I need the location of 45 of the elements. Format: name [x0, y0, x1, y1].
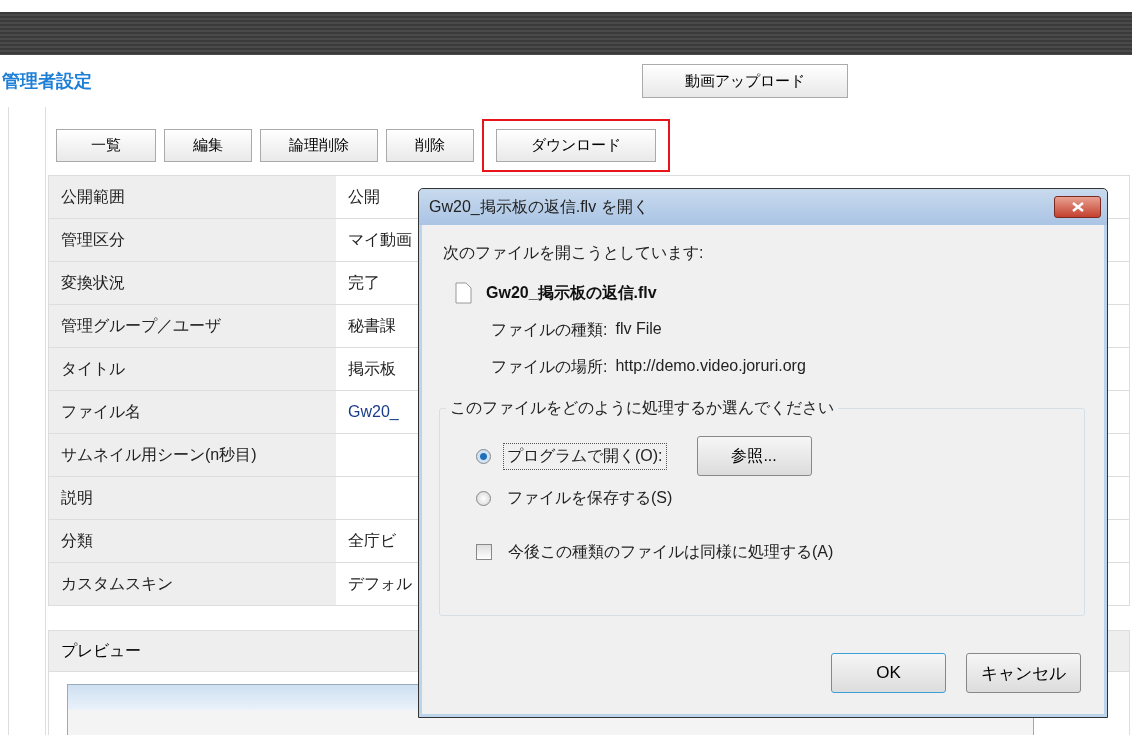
file-icon: [455, 282, 472, 304]
radio-button[interactable]: [476, 490, 491, 506]
radio-button[interactable]: [476, 448, 491, 464]
field-value: 公開: [348, 186, 380, 207]
field-label: サムネイル用シーン(n秒目): [49, 434, 336, 476]
field-label: 説明: [49, 477, 336, 519]
browse-button[interactable]: 参照...: [696, 436, 812, 476]
close-button[interactable]: [1054, 196, 1101, 218]
info-value: flv File: [615, 320, 662, 339]
field-value: マイ動画: [348, 229, 412, 250]
file-name: Gw20_掲示板の返信.flv: [486, 282, 657, 303]
field-label: タイトル: [49, 348, 336, 390]
ok-button[interactable]: OK: [831, 653, 946, 693]
field-value: 完了: [348, 272, 380, 293]
dialog-title: Gw20_掲示板の返信.flv を開く: [429, 196, 649, 217]
field-label: 変換状況: [49, 262, 336, 304]
toolbar-button[interactable]: 削除: [386, 128, 474, 162]
field-label: カスタムスキン: [49, 563, 336, 605]
field-label: ファイル名: [49, 391, 336, 433]
checkbox[interactable]: [476, 544, 492, 560]
dialog-intro: 次のファイルを開こうとしています:: [443, 243, 705, 263]
toolbar-button[interactable]: 論理削除: [260, 128, 378, 162]
info-value: http://demo.video.joruri.org: [615, 357, 806, 376]
field-value: 掲示板: [348, 358, 396, 379]
info-label: ファイルの場所:: [491, 357, 608, 377]
upload-button[interactable]: 動画アップロード: [642, 64, 848, 98]
toolbar-button[interactable]: 編集: [164, 128, 252, 162]
group-title: このファイルをどのように処理するか選んでください: [449, 398, 835, 418]
field-label: 管理区分: [49, 219, 336, 261]
info-label: ファイルの種類:: [491, 320, 608, 340]
field-value: デフォル: [348, 573, 412, 594]
field-label: 分類: [49, 520, 336, 562]
page-title: 管理者設定: [2, 70, 92, 93]
checkbox-label[interactable]: 今後この種類のファイルは同様に処理する(A): [504, 538, 838, 566]
field-label: 公開範囲: [49, 176, 336, 218]
file-link[interactable]: Gw20_: [348, 403, 399, 421]
option-label[interactable]: プログラムで開く(O):: [503, 442, 667, 470]
field-label: 管理グループ／ユーザ: [49, 305, 336, 347]
toolbar-button[interactable]: ダウンロード: [496, 128, 656, 162]
toolbar-button[interactable]: 一覧: [56, 128, 156, 162]
close-icon: [1070, 202, 1085, 212]
field-value: 全庁ビ: [348, 530, 396, 551]
cancel-button[interactable]: キャンセル: [966, 653, 1081, 693]
field-value: 秘書課: [348, 315, 396, 336]
option-label[interactable]: ファイルを保存する(S): [503, 484, 677, 512]
